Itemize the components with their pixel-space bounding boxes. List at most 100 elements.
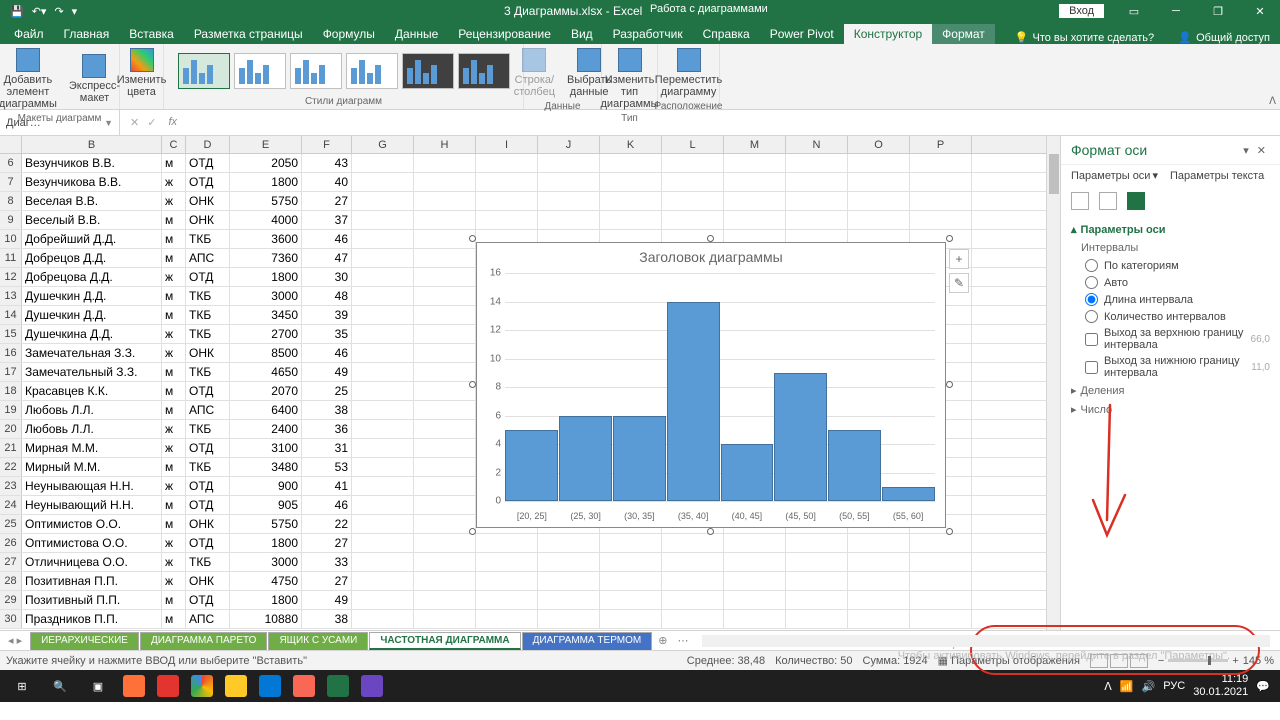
cell[interactable] xyxy=(352,439,414,457)
cell[interactable]: ж xyxy=(162,534,186,552)
cell[interactable]: Красавцев К.К. xyxy=(22,382,162,400)
tab-data[interactable]: Данные xyxy=(385,24,448,44)
cell[interactable]: ОНК xyxy=(186,572,230,590)
cell[interactable]: ТКБ xyxy=(186,458,230,476)
cell[interactable] xyxy=(786,553,848,571)
cell[interactable] xyxy=(910,173,972,191)
chart-style-4[interactable] xyxy=(346,53,398,89)
cell[interactable] xyxy=(414,306,476,324)
cell[interactable] xyxy=(414,572,476,590)
add-chart-element-button[interactable]: Добавить элемент диаграммы xyxy=(0,46,61,112)
chart-x-axis[interactable]: [20, 25](25, 30](30, 35](35, 40](40, 45]… xyxy=(505,511,935,521)
row-header[interactable]: 9 xyxy=(0,211,22,229)
cell[interactable] xyxy=(476,610,538,628)
table-row[interactable]: 6Везунчиков В.В.мОТД205043 xyxy=(0,154,1046,173)
cell[interactable] xyxy=(662,591,724,609)
row-header[interactable]: 8 xyxy=(0,192,22,210)
chart-bar[interactable] xyxy=(559,416,612,502)
cell[interactable]: 5750 xyxy=(230,192,302,210)
cell[interactable]: Мирный М.М. xyxy=(22,458,162,476)
taskbar-app-firefox[interactable] xyxy=(118,670,150,702)
cell[interactable] xyxy=(414,154,476,172)
row-header[interactable]: 6 xyxy=(0,154,22,172)
cell[interactable]: ОТД xyxy=(186,477,230,495)
cell[interactable] xyxy=(352,591,414,609)
cell[interactable] xyxy=(476,154,538,172)
cell[interactable]: ж xyxy=(162,553,186,571)
cell[interactable]: Оптимистова О.О. xyxy=(22,534,162,552)
cell[interactable] xyxy=(786,591,848,609)
cell[interactable] xyxy=(414,287,476,305)
tell-me[interactable]: 💡Что вы хотите сделать? xyxy=(1015,31,1154,44)
cell[interactable] xyxy=(352,363,414,381)
chart-elements-button[interactable]: + xyxy=(949,249,969,269)
cell[interactable] xyxy=(848,553,910,571)
cell[interactable] xyxy=(786,534,848,552)
chart-styles-button[interactable]: ✎ xyxy=(949,273,969,293)
add-sheet-button[interactable]: ⊕ xyxy=(652,634,673,647)
cell[interactable]: м xyxy=(162,610,186,628)
cell[interactable] xyxy=(352,477,414,495)
cell[interactable] xyxy=(352,306,414,324)
cell[interactable]: Добрейший Д.Д. xyxy=(22,230,162,248)
taskbar-clock[interactable]: 11:19 30.01.2021 xyxy=(1193,673,1248,699)
row-header[interactable]: 19 xyxy=(0,401,22,419)
table-row[interactable]: 26Оптимистова О.О.жОТД180027 xyxy=(0,534,1046,553)
cell[interactable]: ТКБ xyxy=(186,420,230,438)
close-button[interactable]: ✕ xyxy=(1240,0,1280,22)
chart-y-axis[interactable]: 0246810121416 xyxy=(483,273,503,501)
sheet-tab[interactable]: ЧАСТОТНАЯ ДИАГРАММА xyxy=(369,632,520,650)
tab-file[interactable]: Файл xyxy=(4,24,54,44)
cell[interactable]: 22 xyxy=(302,515,352,533)
cell[interactable]: ОТД xyxy=(186,496,230,514)
cell[interactable] xyxy=(476,173,538,191)
cell[interactable]: 49 xyxy=(302,591,352,609)
cell[interactable] xyxy=(600,553,662,571)
cell[interactable]: 1800 xyxy=(230,591,302,609)
pane-close-button[interactable]: ✕ xyxy=(1253,144,1270,157)
tab-home[interactable]: Главная xyxy=(54,24,120,44)
zoom-in-button[interactable]: + xyxy=(1232,655,1238,667)
cell[interactable]: ОТД xyxy=(186,382,230,400)
chart-bar[interactable] xyxy=(667,302,720,502)
scroll-thumb[interactable] xyxy=(1049,154,1059,194)
chart-title[interactable]: Заголовок диаграммы xyxy=(477,243,945,271)
cell[interactable]: 1800 xyxy=(230,268,302,286)
cell[interactable]: ж xyxy=(162,268,186,286)
tab-powerpivot[interactable]: Power Pivot xyxy=(760,24,844,44)
cell[interactable]: 3000 xyxy=(230,553,302,571)
cell[interactable] xyxy=(910,154,972,172)
cell[interactable]: ОНК xyxy=(186,515,230,533)
zoom-slider[interactable] xyxy=(1168,659,1228,662)
row-header[interactable]: 20 xyxy=(0,420,22,438)
cell[interactable]: Добрецов Д.Д. xyxy=(22,249,162,267)
taskbar-app-edge[interactable] xyxy=(254,670,286,702)
cell[interactable] xyxy=(848,154,910,172)
cell[interactable] xyxy=(848,572,910,590)
start-button[interactable]: ⊞ xyxy=(4,670,40,702)
view-normal-button[interactable] xyxy=(1090,654,1108,668)
cell[interactable]: 53 xyxy=(302,458,352,476)
cell[interactable] xyxy=(848,534,910,552)
opt-underflow[interactable]: Выход за нижнюю границу интервала11,0 xyxy=(1071,353,1270,381)
chart-style-5[interactable] xyxy=(402,53,454,89)
cell[interactable]: ТКБ xyxy=(186,553,230,571)
cell[interactable] xyxy=(910,572,972,590)
cell[interactable] xyxy=(600,572,662,590)
cell[interactable] xyxy=(352,401,414,419)
cell[interactable]: м xyxy=(162,306,186,324)
column-header[interactable]: G xyxy=(352,136,414,153)
pane-tab-text-options[interactable]: Параметры текста xyxy=(1170,169,1264,182)
cell[interactable] xyxy=(476,192,538,210)
cell[interactable] xyxy=(476,211,538,229)
cell[interactable]: 40 xyxy=(302,173,352,191)
chart-styles-gallery[interactable] xyxy=(178,46,510,95)
column-header[interactable]: I xyxy=(476,136,538,153)
cell[interactable] xyxy=(538,211,600,229)
cell[interactable]: Везунчикова В.В. xyxy=(22,173,162,191)
zoom-control[interactable]: − + 145 % xyxy=(1158,655,1274,667)
taskbar-app-paint[interactable] xyxy=(356,670,388,702)
cell[interactable] xyxy=(600,610,662,628)
view-page-layout-button[interactable] xyxy=(1110,654,1128,668)
column-header[interactable]: F xyxy=(302,136,352,153)
